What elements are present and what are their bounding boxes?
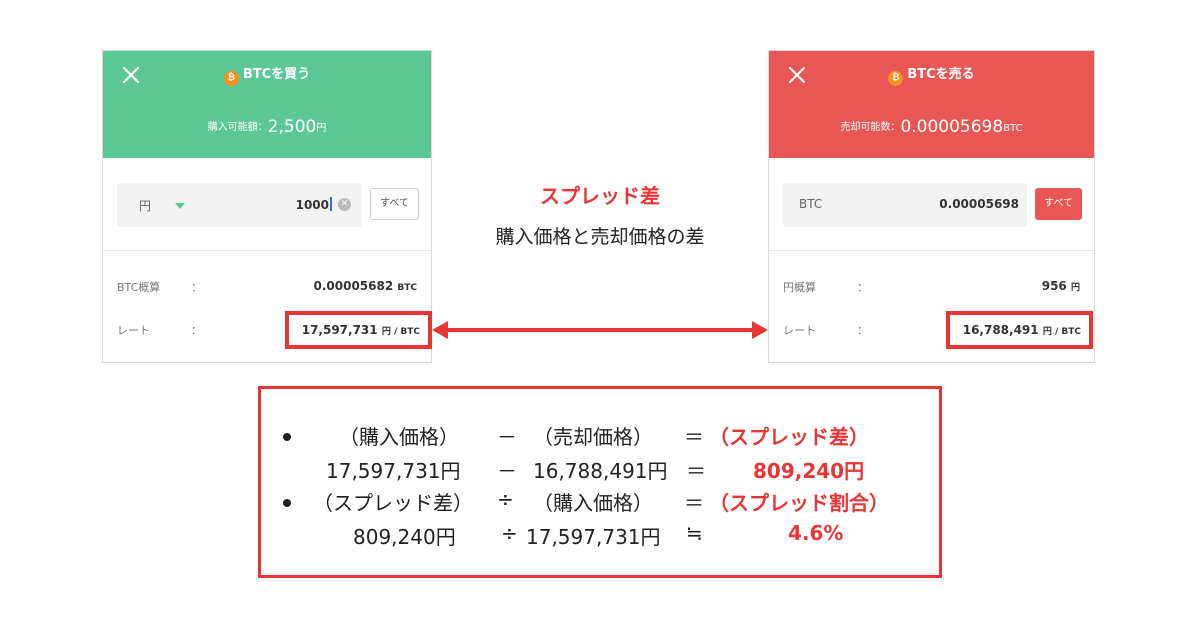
buy-rate-colon: ： xyxy=(191,324,202,337)
buy-est-value: 0.00005682 xyxy=(313,279,394,293)
clear-icon[interactable]: ✕ xyxy=(338,198,351,211)
buy-amount-value[interactable]: 1000 xyxy=(296,197,332,212)
spread-title: スプレッド差 xyxy=(540,184,660,208)
buy-rate-unit: 円 / BTC xyxy=(381,327,420,337)
formula-box: （購入価格） － （売却価格） ＝ （スプレッド差） 17,597,731円 －… xyxy=(258,386,942,578)
f1-eq: ＝ xyxy=(684,425,704,449)
sell-rate-value-row: 16,788,491 円 / BTC xyxy=(963,323,1081,337)
chevron-down-icon[interactable] xyxy=(175,203,185,209)
buy-header: ₿ BTCを買う 購入可能額：2,500円 xyxy=(103,51,431,158)
sell-amount-input[interactable]: BTC 0.00005698 xyxy=(783,183,1027,227)
double-arrow-icon xyxy=(432,321,768,339)
buy-all-button[interactable]: すべて xyxy=(370,188,419,220)
f3-op: ÷ xyxy=(497,487,514,511)
buy-title-row: ₿ BTCを買う xyxy=(103,66,431,86)
f1-op: － xyxy=(497,425,517,449)
buy-rate-value-row: 17,597,731 円 / BTC xyxy=(302,323,420,337)
f2-b: 16,788,491円 xyxy=(533,459,668,483)
sell-rate-unit: 円 / BTC xyxy=(1042,327,1081,337)
f2-result: 809,240円 xyxy=(753,459,865,483)
sell-est-label: 円概算 xyxy=(783,281,816,294)
sell-rate-value: 16,788,491 xyxy=(962,323,1039,337)
sell-title: BTCを売る xyxy=(907,67,975,82)
bullet xyxy=(283,499,291,507)
sell-available: 売却可能数：0.00005698BTC xyxy=(769,117,1094,137)
sell-currency: BTC xyxy=(799,197,823,211)
buy-est-label: BTC概算 xyxy=(117,281,161,294)
bitcoin-icon: ₿ xyxy=(888,71,904,86)
sell-available-unit: BTC xyxy=(1003,123,1023,134)
f3-eq: ＝ xyxy=(684,491,704,515)
f3-result: （スプレッド割合） xyxy=(709,491,889,515)
buy-available-label: 購入可能額： xyxy=(207,122,268,133)
sell-rate-label: レート xyxy=(783,324,816,337)
sell-est-value-row: 956 円 xyxy=(1042,279,1080,293)
sell-rate-colon: ： xyxy=(857,324,868,337)
f3-b: （購入価格） xyxy=(533,491,653,515)
f4-a: 809,240円 xyxy=(353,525,456,549)
f4-result: 4.6% xyxy=(788,521,844,545)
sell-est-colon: ： xyxy=(857,281,868,294)
spread-subtitle: 購入価格と売却価格の差 xyxy=(495,226,705,248)
sell-available-label: 売却可能数： xyxy=(840,122,901,133)
buy-rate-label: レート xyxy=(117,324,150,337)
sell-amount-value[interactable]: 0.00005698 xyxy=(939,197,1019,211)
buy-amount-text: 1000 xyxy=(295,198,329,212)
buy-est-value-row: 0.00005682 BTC xyxy=(313,279,417,293)
f2-eq: ＝ xyxy=(686,459,706,483)
buy-title: BTCを買う xyxy=(242,67,311,82)
buy-available-value: 2,500 xyxy=(267,117,317,137)
f2-a: 17,597,731円 xyxy=(326,459,461,483)
buy-est-unit: BTC xyxy=(397,283,417,293)
sell-est-unit: 円 xyxy=(1070,283,1080,293)
f3-a: （スプレッド差） xyxy=(313,491,473,515)
f4-eq: ≒ xyxy=(686,521,703,545)
buy-rate-value: 17,597,731 xyxy=(301,323,378,337)
f4-op: ÷ xyxy=(501,521,518,545)
buy-currency: 円 xyxy=(139,199,152,213)
buy-rate-highlight: 17,597,731 円 / BTC xyxy=(285,311,432,349)
sell-title-row: ₿ BTCを売る xyxy=(769,66,1094,86)
sell-rate-highlight: 16,788,491 円 / BTC xyxy=(946,311,1093,349)
f2-op: － xyxy=(497,459,517,483)
buy-est-colon: ： xyxy=(191,281,202,294)
buy-amount-input[interactable]: 円 1000 ✕ xyxy=(117,183,362,227)
divider xyxy=(103,250,431,251)
bullet xyxy=(283,433,291,441)
sell-all-button[interactable]: すべて xyxy=(1035,188,1082,220)
f1-b: （売却価格） xyxy=(533,425,653,449)
bitcoin-icon: ₿ xyxy=(223,71,239,86)
text-cursor xyxy=(330,197,332,211)
f1-a: （購入価格） xyxy=(339,425,459,449)
f1-result: （スプレッド差） xyxy=(709,425,869,449)
buy-available-unit: 円 xyxy=(316,123,327,134)
buy-available: 購入可能額：2,500円 xyxy=(103,117,431,137)
divider xyxy=(769,250,1094,251)
sell-available-value: 0.00005698 xyxy=(900,117,1004,137)
sell-est-value: 956 xyxy=(1041,279,1067,293)
sell-header: ₿ BTCを売る 売却可能数：0.00005698BTC xyxy=(769,51,1094,158)
f4-b: 17,597,731円 xyxy=(526,525,661,549)
